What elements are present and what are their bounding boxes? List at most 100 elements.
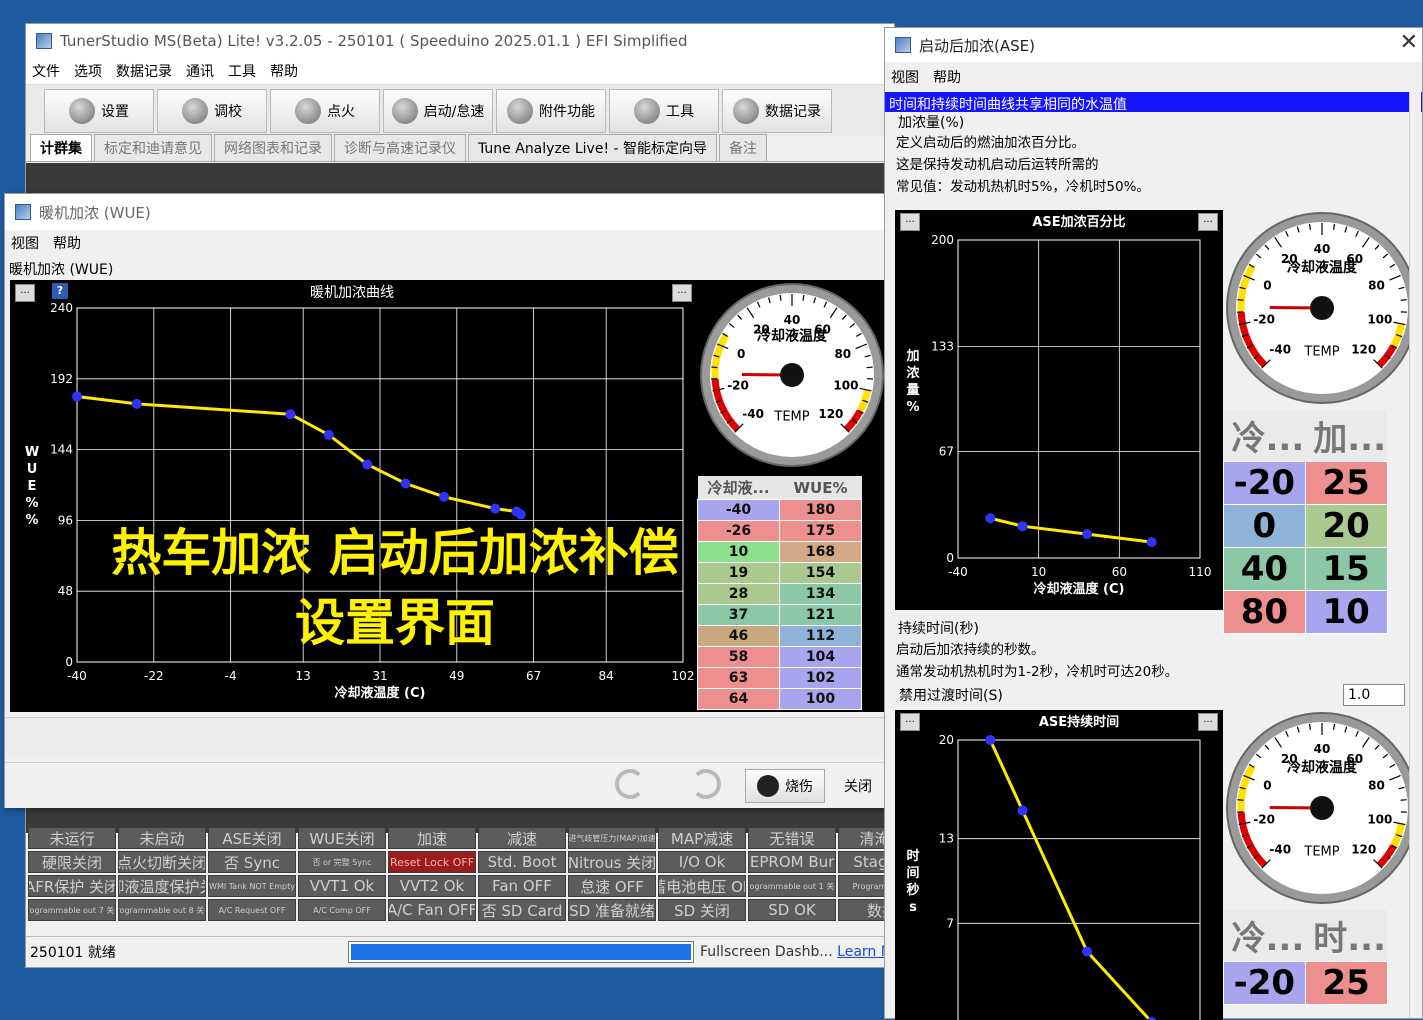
wue-cell[interactable]: 175	[780, 521, 862, 542]
ase-pct-chart[interactable]: 200133670-401060110冷却液温度 (C)加浓量%ASE加浓百分比	[895, 210, 1223, 610]
ase-menu-view[interactable]: 视图	[891, 67, 919, 87]
wue-panel-label: 暖机加浓 (WUE)	[5, 256, 889, 282]
coolant-cell[interactable]: 64	[698, 689, 780, 710]
undo-icon[interactable]	[615, 769, 645, 799]
ase-amount-cell[interactable]: 10	[1305, 591, 1387, 634]
ase-coolant-cell[interactable]: 0	[1224, 505, 1306, 548]
overlay-caption: 热车加浓 启动后加浓补偿 设置界面	[90, 518, 700, 658]
coolant-cell[interactable]: 63	[698, 668, 780, 689]
menu-help[interactable]: 帮助	[270, 61, 298, 81]
coolant-cell[interactable]: 46	[698, 626, 780, 647]
data-point[interactable]	[490, 504, 500, 514]
gauge-hub	[780, 363, 804, 387]
ase-menu-help[interactable]: 帮助	[933, 67, 961, 87]
data-point[interactable]	[132, 399, 142, 409]
ase-dur-cell[interactable]: -20	[1224, 962, 1306, 1005]
data-point[interactable]	[362, 459, 372, 469]
ase-coolant-cell[interactable]: 80	[1224, 591, 1306, 634]
tools-button[interactable]: 工具	[609, 89, 719, 133]
wue-cell[interactable]: 168	[780, 542, 862, 563]
data-point[interactable]	[1082, 529, 1092, 539]
ase-pct-table[interactable]: 冷...加... -202502040158010	[1223, 410, 1388, 634]
wue-menu-help[interactable]: 帮助	[53, 233, 81, 253]
tab-tuning[interactable]: 标定和迪请意见	[94, 134, 212, 161]
x-tick-label: 49	[449, 669, 464, 683]
y-tick-label: 96	[58, 513, 73, 527]
data-point[interactable]	[1082, 947, 1092, 957]
ase-pct-col-coolant: 冷...	[1224, 410, 1306, 462]
menu-options[interactable]: 选项	[74, 61, 102, 81]
gauge-tick-label: -40	[1269, 343, 1291, 357]
startup-idle-label: 启动/怠速	[424, 101, 485, 121]
coolant-cell[interactable]: 19	[698, 563, 780, 584]
status-indicator: Programmable out 7 关闭	[28, 899, 116, 921]
data-point[interactable]	[985, 735, 995, 745]
datalog-button[interactable]: 数据记录	[722, 89, 832, 133]
table-row: 37121	[698, 605, 862, 626]
wue-cell[interactable]: 102	[780, 668, 862, 689]
table-row: 46112	[698, 626, 862, 647]
ase-dur-table[interactable]: 冷...时... -2025	[1223, 910, 1388, 1005]
wue-menu-view[interactable]: 视图	[11, 233, 39, 253]
tab-diagnostics[interactable]: 诊断与高速记录仪	[334, 134, 466, 161]
ase-coolant-cell[interactable]: -20	[1224, 462, 1306, 505]
ignition-button[interactable]: 点火	[270, 89, 380, 133]
tab-notes[interactable]: 备注	[719, 134, 767, 161]
x-axis-title: 冷却液温度 (C)	[1034, 581, 1125, 597]
data-point[interactable]	[285, 409, 295, 419]
wue-cell[interactable]: 134	[780, 584, 862, 605]
data-point[interactable]	[324, 430, 334, 440]
taper-time-input[interactable]: 1.0	[1343, 684, 1405, 706]
coolant-cell[interactable]: 10	[698, 542, 780, 563]
data-point[interactable]	[401, 479, 411, 489]
ase-dur-cell[interactable]: 25	[1305, 962, 1387, 1005]
data-point[interactable]	[985, 513, 995, 523]
menu-comms[interactable]: 通讯	[186, 61, 214, 81]
startup-idle-button[interactable]: 启动/怠速	[383, 89, 493, 133]
ase-amount-cell[interactable]: 25	[1305, 462, 1387, 505]
close-icon[interactable]: ✕	[1400, 30, 1418, 55]
status-indicator: Programmable out 1 关闭	[748, 875, 836, 897]
coolant-cell[interactable]: 58	[698, 647, 780, 668]
ase-section-amount: 加浓量(%)	[885, 112, 1422, 132]
wue-cell[interactable]: 121	[780, 605, 862, 626]
coolant-cell[interactable]: -26	[698, 521, 780, 542]
x-axis-title: 冷却液温度 (C)	[335, 685, 426, 701]
data-point[interactable]	[1018, 521, 1028, 531]
data-point[interactable]	[1147, 537, 1157, 547]
y-axis-title: 时	[906, 848, 919, 864]
ase-selected-line[interactable]: 时间和持续时间曲线共享相同的水温值	[885, 92, 1422, 112]
tab-tune-analyze[interactable]: Tune Analyze Live! - 智能标定向导	[468, 134, 717, 161]
y-tick-label: 192	[50, 372, 73, 386]
coolant-cell[interactable]: 37	[698, 605, 780, 626]
ase-amount-cell[interactable]: 20	[1305, 505, 1387, 548]
wue-cell[interactable]: 104	[780, 647, 862, 668]
burn-button[interactable]: 烧伤	[745, 769, 825, 803]
status-indicator: SD OK	[748, 899, 836, 921]
tab-graphs[interactable]: 网络图表和记录	[214, 134, 332, 161]
wue-cell[interactable]: 100	[780, 689, 862, 710]
tab-gauge-cluster[interactable]: 计群集	[30, 134, 92, 161]
coolant-cell[interactable]: 28	[698, 584, 780, 605]
ase-scrollbar[interactable]	[1409, 92, 1421, 1018]
data-point[interactable]	[1018, 806, 1028, 816]
wue-table[interactable]: 冷却液...WUE% -40180-2617510168191542813437…	[697, 476, 862, 710]
menu-file[interactable]: 文件	[32, 61, 60, 81]
wue-cell[interactable]: 180	[780, 500, 862, 521]
redo-icon[interactable]	[691, 769, 721, 799]
coolant-cell[interactable]: -40	[698, 500, 780, 521]
ase-dur-chart[interactable]: 20137时间秒sASE持续时间	[895, 710, 1223, 1020]
settings-button[interactable]: 设置	[44, 89, 154, 133]
ase-amount-cell[interactable]: 15	[1305, 548, 1387, 591]
ase-coolant-cell[interactable]: 40	[1224, 548, 1306, 591]
close-button[interactable]: 关闭	[829, 769, 887, 803]
wue-cell[interactable]: 154	[780, 563, 862, 584]
menu-tools[interactable]: 工具	[228, 61, 256, 81]
y-axis-title: 秒	[906, 882, 919, 898]
menu-datalog[interactable]: 数据记录	[116, 61, 172, 81]
data-point[interactable]	[72, 392, 82, 402]
accessories-button[interactable]: 附件功能	[496, 89, 606, 133]
data-point[interactable]	[439, 492, 449, 502]
wue-cell[interactable]: 112	[780, 626, 862, 647]
tune-button[interactable]: 调校	[157, 89, 267, 133]
